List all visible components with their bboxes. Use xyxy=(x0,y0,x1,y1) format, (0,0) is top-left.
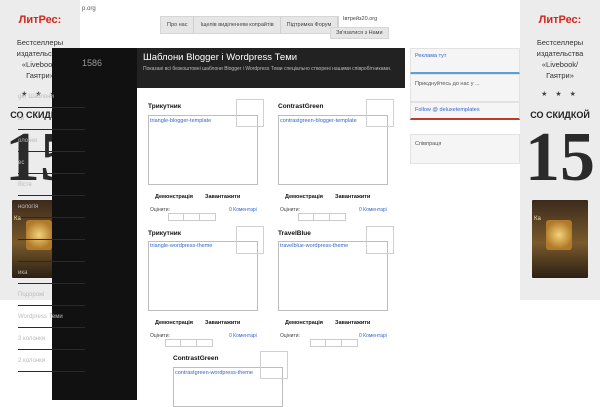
top-nav: Про нас Іщелів виділенням копрайтів Підт… xyxy=(160,16,340,34)
site-logo[interactable]: p.org xyxy=(82,6,96,12)
right-ad-banner[interactable]: ЛитРес: Бестселлеры издательства «Livebo… xyxy=(520,0,600,300)
social-widget: Приєднуйтесь до нас у ... xyxy=(410,74,520,102)
template-link[interactable]: triangle-blogger-template xyxy=(150,118,211,124)
ad-line: Бестселлеры xyxy=(536,38,584,47)
comments-link[interactable]: 0 Коментарі xyxy=(359,207,387,213)
sidebar-stat: 1586 xyxy=(82,58,103,68)
sidebar-item[interactable] xyxy=(18,240,85,262)
template-link[interactable]: travelblue-wordpress-theme xyxy=(280,243,348,249)
rating-label: Оцінити: xyxy=(280,207,300,213)
template-thumb xyxy=(236,226,264,254)
card-title[interactable]: TravelBlue xyxy=(278,230,311,237)
ad-line: «Livebook/ xyxy=(541,60,579,69)
sidebar-item[interactable]: ика xyxy=(18,262,85,284)
sidebar-item[interactable]: 2 колонки xyxy=(18,350,85,372)
nav-copyright[interactable]: Іщелів виділенням копрайтів xyxy=(194,17,281,33)
card-title[interactable]: ContrastGreen xyxy=(278,103,324,110)
book-cover-image xyxy=(532,200,588,278)
social-text: Приєднуйтесь до нас у ... xyxy=(415,81,480,87)
demo-link[interactable]: Демонстрація xyxy=(285,194,323,200)
ad-percent: 15 xyxy=(525,119,595,196)
card-title[interactable]: Трикутник xyxy=(148,103,181,110)
contacts-widget: Співпраця xyxy=(410,134,520,164)
demo-link[interactable]: Демонстрація xyxy=(155,194,193,200)
nav-about[interactable]: Про нас xyxy=(161,17,195,33)
ad-brand: ЛитРес: xyxy=(18,14,62,26)
book-title: Ка xyxy=(534,216,541,222)
demo-link[interactable]: Демонстрація xyxy=(155,320,193,326)
sidebar-item[interactable]: 3 колонки xyxy=(18,328,85,350)
page-title: Шаблони Blogger і Wordpress Теми xyxy=(143,52,298,63)
template-thumb xyxy=(236,99,264,127)
follow-link[interactable]: Follow @ deluxetemplates xyxy=(411,103,519,117)
follow-widget: Follow @ deluxetemplates xyxy=(410,102,520,120)
sidebar-item[interactable]: Wordpress Теми xyxy=(18,306,85,328)
template-link[interactable]: contrastgreen-blogger-template xyxy=(280,118,357,124)
download-link[interactable]: Завантажити xyxy=(205,320,240,326)
star-icons: ★ ★ ★ xyxy=(541,91,579,98)
ad-line: Бестселлеры xyxy=(16,38,64,47)
ad-widget: Реклама тут xyxy=(410,48,520,74)
rating-label: Оцінити: xyxy=(150,207,170,213)
download-link[interactable]: Завантажити xyxy=(205,194,240,200)
template-thumb xyxy=(366,99,394,127)
card-title[interactable]: ContrastGreen xyxy=(173,355,219,362)
partner-link[interactable]: Івтрейз20.org xyxy=(343,16,377,22)
contacts-text: Співпраця xyxy=(415,141,442,147)
comments-link[interactable]: 0 Коментарі xyxy=(229,333,257,339)
page-description: Показані всі безкоштовні шаблони Blogger… xyxy=(143,66,392,72)
sidebar-item[interactable] xyxy=(18,218,85,240)
rating-stars[interactable] xyxy=(310,339,358,347)
ad-brand: ЛитРес: xyxy=(538,14,582,26)
sidebar-item[interactable]: ки xyxy=(18,108,85,130)
ad-line: издательства xyxy=(536,49,584,58)
download-link[interactable]: Завантажити xyxy=(335,194,370,200)
template-link[interactable]: triangle-wordpress-theme xyxy=(150,243,212,249)
ad-line: Гаятри» xyxy=(546,71,574,80)
template-thumb xyxy=(366,226,394,254)
template-link[interactable]: contrastgreen-wordpress-theme xyxy=(175,370,253,376)
comments-link[interactable]: 0 Коментарі xyxy=(359,333,387,339)
sidebar-item[interactable]: бісте xyxy=(18,174,85,196)
ad-label[interactable]: Реклама тут xyxy=(411,49,519,63)
contact-button[interactable]: Зв'язатися з Нами xyxy=(330,27,389,39)
rating-stars[interactable] xyxy=(298,213,346,221)
rating-stars[interactable] xyxy=(165,339,213,347)
comments-link[interactable]: 0 Коментарі xyxy=(229,207,257,213)
download-link[interactable]: Завантажити xyxy=(335,320,370,326)
template-thumb xyxy=(260,351,288,379)
sidebar-item[interactable]: ger Шаблони xyxy=(18,86,85,108)
book-title: Ка xyxy=(14,216,21,222)
sidebar-item[interactable]: Подорожі xyxy=(18,284,85,306)
rating-label: Оцінити: xyxy=(280,333,300,339)
demo-link[interactable]: Демонстрація xyxy=(285,320,323,326)
card-title[interactable]: Трикутник xyxy=(148,230,181,237)
sidebar-item[interactable]: ес xyxy=(18,152,85,174)
rating-stars[interactable] xyxy=(168,213,216,221)
sidebar-item[interactable]: олонки xyxy=(18,130,85,152)
sidebar-item[interactable]: нологія xyxy=(18,196,85,218)
